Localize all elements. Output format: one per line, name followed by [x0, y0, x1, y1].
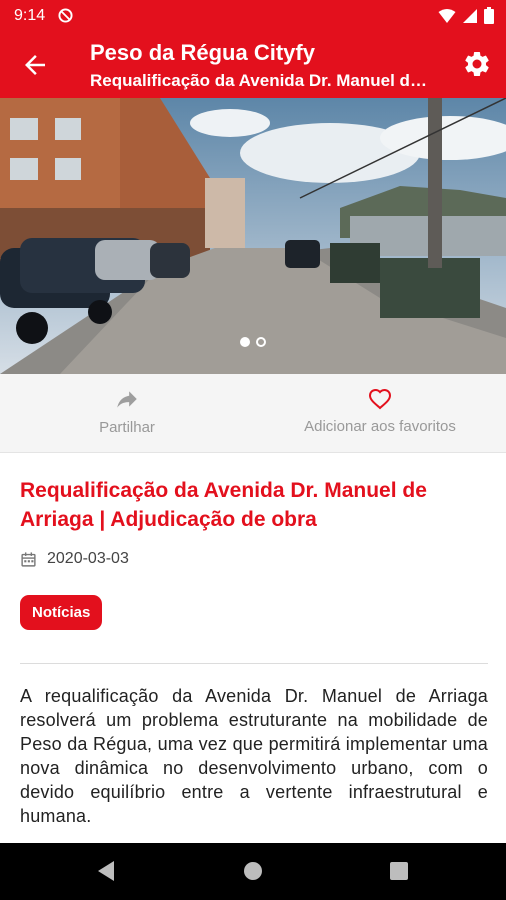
article-body: A requalificação da Avenida Dr. Manuel d…: [20, 686, 488, 826]
calendar-icon: [21, 551, 36, 567]
favorite-button[interactable]: Adicionar aos favoritos: [270, 374, 490, 452]
article: Requalificação da Avenida Dr. Manuel de …: [20, 476, 488, 828]
favorite-label: Adicionar aos favoritos: [304, 418, 456, 435]
street-photo[interactable]: [0, 98, 506, 374]
wifi-icon: [438, 8, 456, 23]
app-subtitle: Requalificação da Avenida Dr. Manuel de …: [90, 71, 435, 90]
back-arrow-icon[interactable]: [20, 50, 50, 80]
article-title: Requalificação da Avenida Dr. Manuel de …: [20, 479, 427, 531]
app-title: Peso da Régua Cityfy: [90, 40, 315, 65]
signal-icon: [463, 8, 477, 23]
nav-home-icon[interactable]: [243, 861, 263, 881]
status-time: 9:14: [14, 7, 46, 24]
date-row: 2020-03-03: [20, 550, 488, 568]
carousel-indicator: [0, 337, 506, 347]
gear-icon[interactable]: [462, 49, 492, 79]
share-label: Partilhar: [99, 419, 155, 436]
share-button[interactable]: Partilhar: [60, 374, 194, 452]
heart-outline-icon: [368, 388, 392, 410]
divider: [20, 663, 488, 664]
carousel-dot[interactable]: [256, 337, 266, 347]
app-bar: Peso da Régua Cityfy Requalificação da A…: [0, 32, 506, 98]
system-nav-bar: [0, 843, 506, 900]
status-bar: 9:14: [0, 0, 506, 32]
article-date: 2020-03-03: [47, 550, 129, 567]
battery-icon: [484, 7, 494, 24]
actions-bar: Partilhar Adicionar aos favoritos: [0, 374, 506, 453]
street-photo-image: [0, 98, 506, 374]
nav-back-icon[interactable]: [96, 860, 116, 882]
carousel-dot-active[interactable]: [240, 337, 250, 347]
nav-recents-icon[interactable]: [390, 862, 408, 880]
dnd-icon: [58, 8, 73, 23]
category-tag[interactable]: Notícias: [20, 595, 103, 630]
share-icon: [117, 391, 137, 408]
